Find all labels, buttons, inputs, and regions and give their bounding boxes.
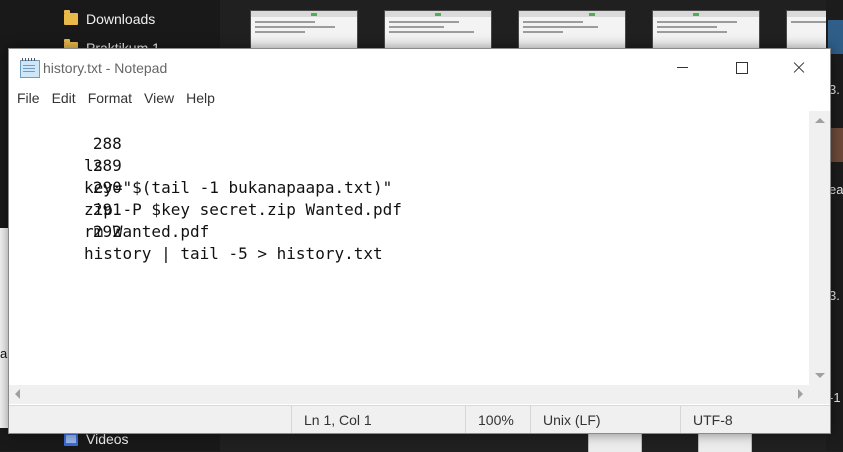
window-title: history.txt - Notepad bbox=[43, 60, 168, 76]
scrollbar-corner bbox=[809, 385, 830, 404]
notepad-window: history.txt - Notepad File Edit Format V… bbox=[8, 48, 831, 434]
file-thumbnail[interactable] bbox=[384, 10, 492, 50]
file-thumbnail[interactable] bbox=[518, 10, 626, 50]
zoom-level: 100% bbox=[465, 406, 530, 433]
scroll-right-arrow-icon[interactable] bbox=[798, 389, 803, 399]
menu-bar: File Edit Format View Help bbox=[9, 87, 830, 109]
line-text: zip -P $key secret.zip Wanted.pdf bbox=[84, 200, 402, 219]
horizontal-scrollbar[interactable] bbox=[9, 385, 809, 404]
encoding: UTF-8 bbox=[680, 406, 830, 433]
nav-item-label: Downloads bbox=[86, 11, 156, 27]
line-text: history | tail -5 > history.txt bbox=[84, 244, 383, 263]
menu-help[interactable]: Help bbox=[180, 87, 221, 109]
text-line: 290 zip -P $key secret.zip Wanted.pdf bbox=[9, 155, 402, 219]
nav-item-downloads[interactable]: Downloads bbox=[64, 8, 155, 30]
scroll-down-arrow-icon[interactable] bbox=[815, 373, 825, 378]
notepad-icon bbox=[20, 58, 40, 78]
text-line: 291 rm Wanted.pdf bbox=[9, 177, 209, 241]
title-bar[interactable]: history.txt - Notepad bbox=[9, 49, 830, 87]
file-label: ea bbox=[829, 182, 843, 197]
line-text: key="$(tail -1 bukanapaapa.txt)" bbox=[84, 178, 393, 197]
menu-view[interactable]: View bbox=[138, 87, 180, 109]
folder-icon bbox=[64, 10, 78, 25]
menu-edit[interactable]: Edit bbox=[46, 87, 82, 109]
close-button[interactable] bbox=[770, 49, 828, 87]
minimize-button[interactable] bbox=[654, 49, 712, 87]
file-thumbnail[interactable] bbox=[250, 10, 358, 50]
line-ending: Unix (LF) bbox=[530, 406, 680, 433]
menu-format[interactable]: Format bbox=[82, 87, 138, 109]
cursor-position: Ln 1, Col 1 bbox=[291, 406, 465, 433]
status-bar: Ln 1, Col 1 100% Unix (LF) UTF-8 bbox=[9, 405, 830, 433]
text-line: 292 history | tail -5 > history.txt bbox=[9, 199, 383, 263]
scroll-left-arrow-icon[interactable] bbox=[15, 389, 20, 399]
vertical-scrollbar[interactable] bbox=[809, 111, 830, 385]
text-line: 288 ls bbox=[9, 111, 122, 175]
scroll-up-arrow-icon[interactable] bbox=[815, 118, 825, 123]
text-line: 289 key="$(tail -1 bukanapaapa.txt)" bbox=[9, 133, 392, 197]
videos-folder-icon bbox=[64, 432, 78, 446]
text-editor-area[interactable]: 288 ls 289 key="$(tail -1 bukanapaapa.tx… bbox=[9, 111, 809, 385]
menu-file[interactable]: File bbox=[11, 87, 46, 109]
file-thumbnail[interactable] bbox=[652, 10, 760, 50]
line-number: 292 bbox=[92, 222, 122, 241]
maximize-button[interactable] bbox=[712, 49, 770, 87]
